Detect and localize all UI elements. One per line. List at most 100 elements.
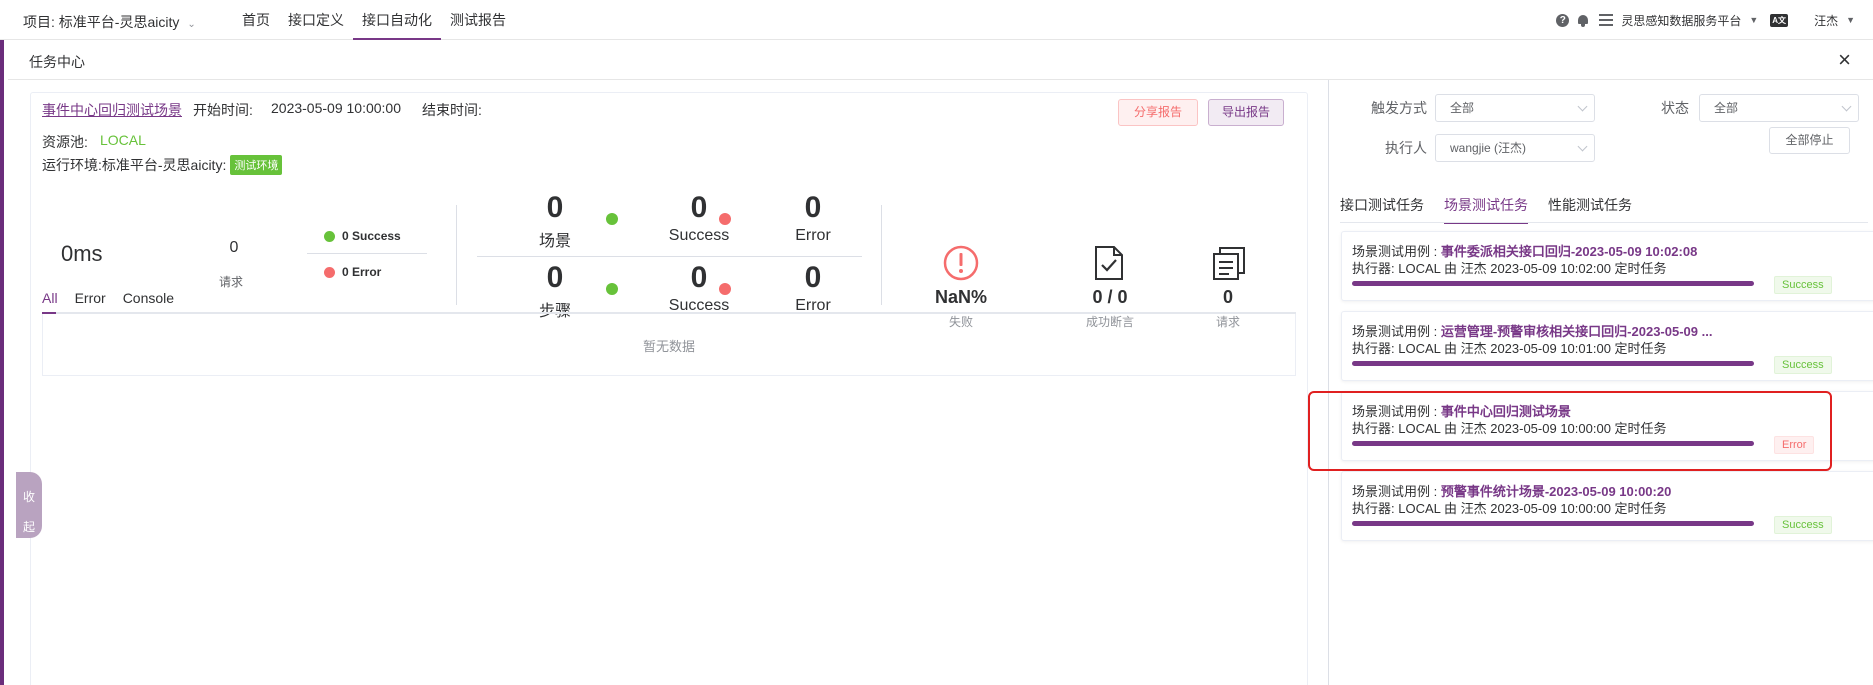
error-summary: 0 Error — [324, 265, 381, 279]
error-dot-icon — [324, 266, 335, 278]
status-badge: Success — [1774, 356, 1832, 374]
success-dot-icon — [606, 283, 618, 295]
task-card[interactable]: 场景测试用例 : 预警事件统计场景-2023-05-09 10:00:20 执行… — [1341, 471, 1873, 541]
tab-console[interactable]: Console — [123, 290, 174, 312]
task-list-icon[interactable] — [1599, 14, 1614, 26]
drawer-title: 任务中心 — [29, 54, 85, 70]
status-badge: Success — [1774, 516, 1832, 534]
scene-label: 场景 — [538, 233, 571, 250]
nav-test-report[interactable]: 测试报告 — [441, 0, 515, 40]
task-name-link[interactable]: 运营管理-预警审核相关接口回归-2023-05-09 ... — [1441, 324, 1713, 339]
user-menu[interactable]: 汪杰 — [1814, 12, 1838, 29]
scene-success-label: Success — [668, 227, 730, 244]
task-meta: 执行器: LOCAL 由 汪杰 2023-05-09 10:01:00 定时任务 — [1352, 341, 1667, 356]
status-select[interactable]: 全部 — [1699, 94, 1859, 122]
top-navigation-bar: 项目: 标准平台-灵思aicity ⌄ 首页 接口定义 接口自动化 测试报告 ? … — [0, 0, 1873, 40]
tab-error[interactable]: Error — [75, 290, 106, 312]
success-dot-icon — [606, 213, 618, 225]
nav-home[interactable]: 首页 — [233, 0, 279, 40]
step-error-count: 0 — [804, 261, 822, 294]
nav-api-definition[interactable]: 接口定义 — [279, 0, 353, 40]
nav-api-automation[interactable]: 接口自动化 — [353, 0, 441, 40]
success-dot-icon — [324, 230, 335, 242]
trigger-select-value: 全部 — [1450, 101, 1475, 115]
close-icon[interactable]: × — [1838, 47, 1851, 73]
org-selector[interactable]: 灵思感知数据服务平台 — [1621, 12, 1741, 29]
task-panel: 触发方式 全部 状态 全部 执行人 wangjie (汪杰) 全部停止 接口测试… — [1328, 80, 1873, 685]
tab-api-tasks[interactable]: 接口测试任务 — [1340, 195, 1424, 224]
caret-down-icon[interactable]: ▼ — [1846, 15, 1855, 25]
vertical-divider — [456, 205, 457, 305]
request-count: 0 — [229, 239, 239, 256]
main-nav: 首页 接口定义 接口自动化 测试报告 — [233, 0, 515, 40]
bell-icon[interactable] — [1577, 14, 1589, 27]
top-right-tools: ? 灵思感知数据服务平台 ▼ A文 汪杰 ▼ — [1556, 0, 1855, 40]
result-tabs: All Error Console — [42, 290, 191, 312]
start-time-label: 开始时间: — [193, 102, 253, 118]
executor-select-value: wangjie (汪杰) — [1450, 141, 1527, 155]
end-time-label: 结束时间: — [422, 102, 482, 118]
tab-all[interactable]: All — [42, 290, 58, 312]
summary-divider — [307, 253, 427, 254]
executor-label: 执行人 — [1385, 140, 1427, 156]
help-icon[interactable]: ? — [1556, 13, 1570, 27]
resource-pool-label: 资源池: — [42, 134, 88, 150]
status-select-value: 全部 — [1714, 101, 1739, 115]
error-summary-text: 0 Error — [342, 265, 382, 279]
highlight-box — [1308, 391, 1832, 471]
export-report-button[interactable]: 导出报告 — [1208, 99, 1285, 126]
task-meta: 执行器: LOCAL 由 汪杰 2023-05-09 10:02:00 定时任务 — [1352, 261, 1667, 276]
project-selector[interactable]: 项目: 标准平台-灵思aicity ⌄ — [23, 12, 196, 32]
scenario-name-link[interactable]: 事件中心回归测试场景 — [42, 100, 182, 120]
trigger-select[interactable]: 全部 — [1435, 94, 1595, 122]
task-card[interactable]: 场景测试用例 : 运营管理-预警审核相关接口回归-2023-05-09 ... … — [1341, 311, 1873, 381]
success-summary-text: 0 Success — [342, 229, 401, 243]
task-progress-bar — [1352, 281, 1754, 286]
chevron-down-icon: ⌄ — [187, 19, 196, 30]
task-progress-bar — [1352, 521, 1754, 526]
environment-tag: 测试环境 — [230, 155, 283, 175]
scene-count: 0 — [546, 191, 564, 224]
environment-label: 运行环境:标准平台-灵思aicity: 测试环境 — [42, 155, 283, 175]
project-name: 项目: 标准平台-灵思aicity — [23, 14, 180, 30]
trigger-label: 触发方式 — [1371, 100, 1427, 116]
collapse-text: 收起 — [22, 490, 35, 534]
document-check-icon — [1095, 246, 1123, 280]
chevron-down-icon — [1577, 141, 1588, 152]
drawer-header: 任务中心 × — [8, 44, 1873, 80]
language-icon[interactable]: A文 — [1770, 13, 1789, 27]
status-badge: Success — [1774, 276, 1832, 294]
share-report-button[interactable]: 分享报告 — [1118, 99, 1199, 126]
environment-text: 运行环境:标准平台-灵思aicity: — [42, 157, 227, 173]
request-label: 请求 — [219, 275, 244, 289]
task-tabs-underline — [1340, 222, 1868, 223]
task-meta: 执行器: LOCAL 由 汪杰 2023-05-09 10:00:00 定时任务 — [1352, 501, 1667, 516]
status-label: 状态 — [1661, 100, 1689, 116]
caret-down-icon[interactable]: ▼ — [1749, 15, 1758, 25]
task-name-link[interactable]: 事件委派相关接口回归-2023-05-09 10:02:08 — [1441, 244, 1697, 259]
request-total-value: 0 — [1222, 287, 1233, 307]
task-progress-bar — [1352, 361, 1754, 366]
executor-select[interactable]: wangjie (汪杰) — [1435, 134, 1595, 162]
duration-value: 0ms — [61, 241, 103, 266]
tab-scenario-tasks[interactable]: 场景测试任务 — [1444, 195, 1528, 224]
report-card: 事件中心回归测试场景 开始时间: 2023-05-09 10:00:00 结束时… — [30, 92, 1308, 685]
scene-error-label: Error — [795, 227, 831, 244]
tab-performance-tasks[interactable]: 性能测试任务 — [1548, 195, 1632, 224]
task-prefix: 场景测试用例 : — [1352, 324, 1441, 339]
empty-result-box: 暂无数据 — [42, 314, 1296, 376]
scene-error-count: 0 — [804, 191, 822, 224]
task-prefix: 场景测试用例 : — [1352, 484, 1441, 499]
chevron-down-icon — [1577, 101, 1588, 112]
documents-icon — [1213, 247, 1245, 280]
assertion-value: 0 / 0 — [1092, 287, 1128, 307]
horizontal-divider — [477, 256, 862, 257]
stop-all-button[interactable]: 全部停止 — [1769, 127, 1850, 154]
task-prefix: 场景测试用例 : — [1352, 244, 1441, 259]
error-dot-icon — [719, 213, 731, 225]
collapse-toggle[interactable]: 收起 — [16, 472, 42, 538]
task-name-link[interactable]: 预警事件统计场景-2023-05-09 10:00:20 — [1441, 484, 1671, 499]
task-card[interactable]: 场景测试用例 : 事件委派相关接口回归-2023-05-09 10:02:08 … — [1341, 231, 1873, 301]
task-type-tabs: 接口测试任务 场景测试任务 性能测试任务 — [1340, 195, 1652, 224]
empty-text: 暂无数据 — [642, 339, 695, 354]
